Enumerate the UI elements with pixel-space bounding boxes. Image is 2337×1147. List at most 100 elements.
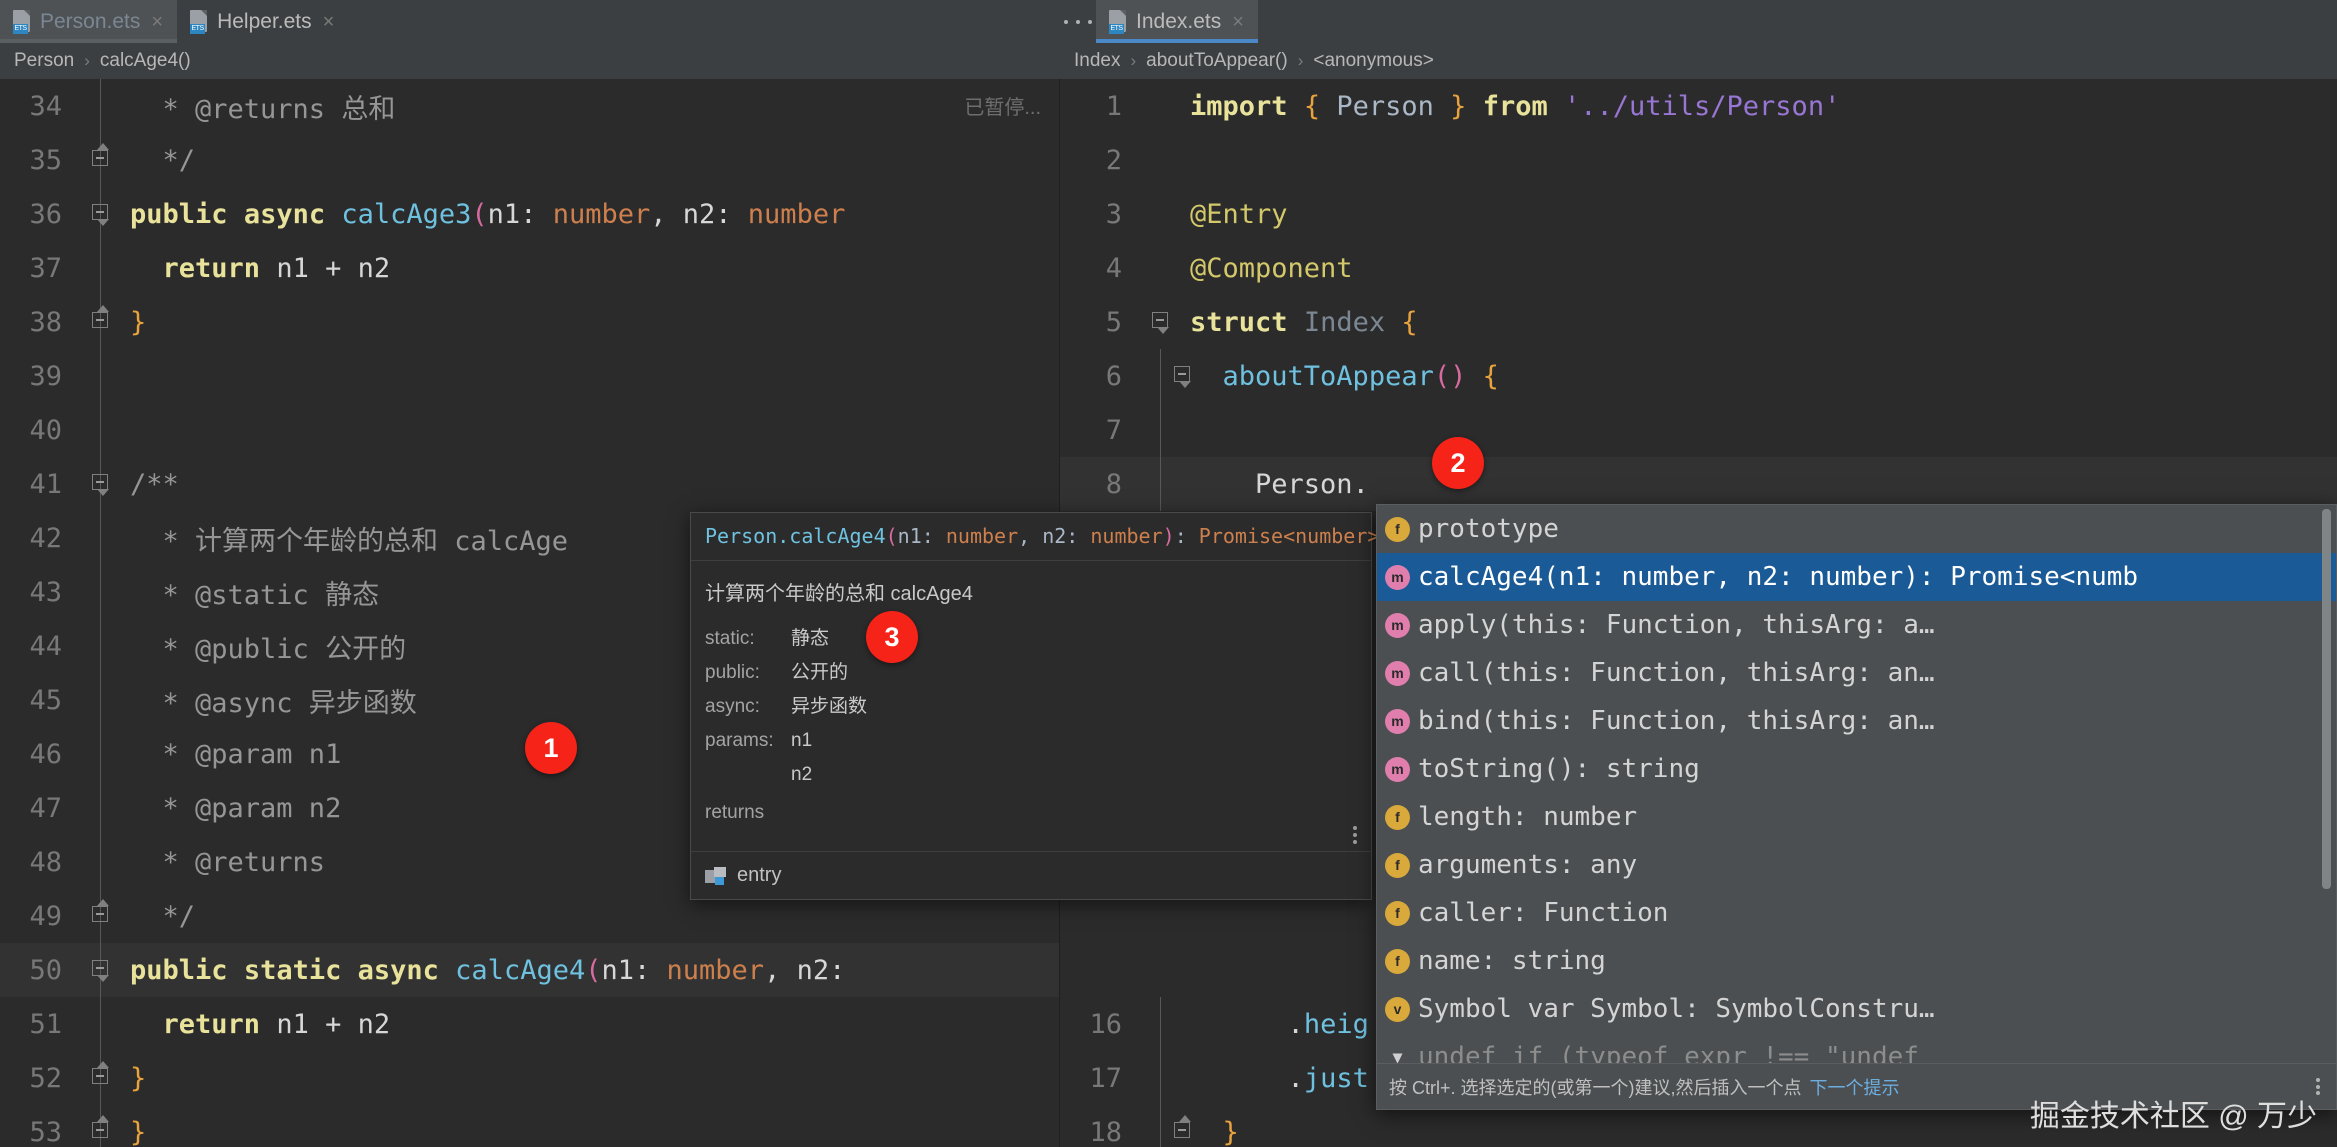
autocomplete-item-label: Symbol var Symbol: SymbolConstru… xyxy=(1418,994,1935,1024)
autocomplete-item-label: length: number xyxy=(1418,802,1638,832)
code-text: struct Index { xyxy=(1190,306,1418,338)
fold-gutter[interactable] xyxy=(78,997,124,1051)
breadcrumb-item[interactable]: aboutToAppear() xyxy=(1146,50,1288,72)
fold-gutter[interactable] xyxy=(1138,349,1191,403)
autocomplete-popup[interactable]: f prototype m calcAge4(n1: number, n2: n… xyxy=(1376,504,2337,1110)
code-line[interactable]: 7 xyxy=(1060,403,2337,457)
tab-person-ets[interactable]: ETS Person.ets × xyxy=(0,0,178,43)
fold-gutter[interactable] xyxy=(1138,1051,1184,1105)
documentation-popup[interactable]: Person.calcAge4(n1: number, n2: number):… xyxy=(690,512,1379,900)
autocomplete-item-selected[interactable]: m calcAge4(n1: number, n2: number): Prom… xyxy=(1377,553,2336,601)
fold-marker-icon xyxy=(89,957,111,982)
fold-gutter[interactable] xyxy=(1138,133,1184,187)
code-line[interactable]: 52 } xyxy=(0,1051,1059,1105)
fold-gutter[interactable] xyxy=(78,349,124,403)
fold-gutter[interactable] xyxy=(78,295,124,349)
fold-gutter[interactable] xyxy=(78,835,124,889)
signature-param1-type: number xyxy=(945,524,1019,548)
autocomplete-item[interactable]: f length: number xyxy=(1377,793,2336,841)
fold-gutter[interactable] xyxy=(1138,403,1184,457)
fold-gutter[interactable] xyxy=(78,1051,124,1105)
code-line[interactable]: 53 } xyxy=(0,1105,1059,1147)
autocomplete-item[interactable]: f arguments: any xyxy=(1377,841,2336,889)
code-text: Person. xyxy=(1255,468,1369,500)
fold-gutter[interactable] xyxy=(1138,457,1184,511)
autocomplete-scrollbar[interactable] xyxy=(2322,509,2331,889)
code-line[interactable]: 2 xyxy=(1060,133,2337,187)
autocomplete-item[interactable]: f prototype xyxy=(1377,505,2336,553)
variable-kind-icon: v xyxy=(1385,996,1410,1022)
code-line[interactable]: 1 import { Person } from '../utils/Perso… xyxy=(1060,79,2337,133)
autocomplete-item[interactable]: m toString(): string xyxy=(1377,745,2336,793)
autocomplete-item[interactable]: f caller: Function xyxy=(1377,889,2336,937)
line-number: 42 xyxy=(29,522,62,554)
doc-description: 计算两个年龄的总和 calcAge4 xyxy=(705,583,973,605)
code-line[interactable]: 51 return n1 + n2 xyxy=(0,997,1059,1051)
fold-gutter[interactable] xyxy=(78,457,124,511)
code-line[interactable]: 3 @Entry xyxy=(1060,187,2337,241)
tab-helper-ets[interactable]: ETS Helper.ets × xyxy=(177,0,348,43)
breadcrumb-item[interactable]: calcAge4() xyxy=(100,50,191,72)
callout-marker-2: 2 xyxy=(1432,437,1484,489)
code-line[interactable]: 36 public async calcAge3(n1: number, n2:… xyxy=(0,187,1059,241)
fold-gutter[interactable] xyxy=(1138,241,1184,295)
watermark: 掘金技术社区 @ 万少 xyxy=(2029,1100,2317,1133)
breadcrumb-item[interactable]: <anonymous> xyxy=(1313,50,1433,72)
fold-gutter[interactable] xyxy=(78,187,124,241)
fold-gutter[interactable] xyxy=(78,943,124,997)
fold-gutter[interactable] xyxy=(78,673,124,727)
fold-gutter[interactable] xyxy=(78,403,124,457)
autocomplete-item[interactable]: m call(this: Function, thisArg: an… xyxy=(1377,649,2336,697)
breadcrumb-item[interactable]: Person xyxy=(14,50,74,72)
autocomplete-item[interactable]: f name: string xyxy=(1377,937,2336,985)
autocomplete-item[interactable]: m bind(this: Function, thisArg: an… xyxy=(1377,697,2336,745)
code-line[interactable]: 38 } xyxy=(0,295,1059,349)
code-text: public static async calcAge4(n1: number,… xyxy=(130,954,846,986)
signature-param1-name: n1 xyxy=(897,524,922,548)
code-line[interactable]: 37 return n1 + n2 xyxy=(0,241,1059,295)
fold-gutter[interactable] xyxy=(78,565,124,619)
more-tabs-icon[interactable] xyxy=(1060,0,1096,43)
close-icon[interactable]: × xyxy=(323,12,335,32)
code-line[interactable]: 4 @Component xyxy=(1060,241,2337,295)
close-icon[interactable]: × xyxy=(1232,12,1244,32)
more-options-icon[interactable] xyxy=(1349,823,1361,847)
fold-gutter[interactable] xyxy=(78,241,124,295)
next-hint-link[interactable]: 下一个提示 xyxy=(1810,1074,1900,1100)
field-kind-icon: f xyxy=(1385,516,1410,542)
fold-gutter[interactable] xyxy=(78,619,124,673)
breadcrumb-item[interactable]: Index xyxy=(1074,50,1120,72)
code-line-current[interactable]: 50 public static async calcAge4(n1: numb… xyxy=(0,943,1059,997)
method-kind-icon: m xyxy=(1385,756,1410,782)
fold-gutter[interactable] xyxy=(78,781,124,835)
autocomplete-item[interactable]: v Symbol var Symbol: SymbolConstru… xyxy=(1377,985,2336,1033)
fold-gutter[interactable] xyxy=(78,727,124,781)
right-breadcrumb: Index › aboutToAppear() › <anonymous> xyxy=(1060,43,2337,79)
fold-gutter[interactable] xyxy=(1138,79,1184,133)
fold-gutter[interactable] xyxy=(1138,997,1184,1051)
code-line[interactable]: 34 * @returns 总和 xyxy=(0,79,1059,133)
fold-gutter[interactable] xyxy=(1138,187,1184,241)
code-line[interactable]: 5 struct Index { xyxy=(1060,295,2337,349)
fold-gutter[interactable] xyxy=(78,511,124,565)
fold-marker-icon xyxy=(89,143,111,169)
fold-gutter[interactable] xyxy=(78,79,124,133)
fold-gutter[interactable] xyxy=(1138,1105,1191,1147)
code-line[interactable]: 41 /** xyxy=(0,457,1059,511)
line-number: 16 xyxy=(1089,1008,1122,1040)
close-icon[interactable]: × xyxy=(151,12,163,32)
code-line[interactable]: 6 aboutToAppear() { xyxy=(1060,349,2337,403)
signature-return-type: Promise<number> xyxy=(1198,524,1380,548)
code-line-current[interactable]: 8 Person. xyxy=(1060,457,2337,511)
code-line[interactable]: 35 */ xyxy=(0,133,1059,187)
fold-gutter[interactable] xyxy=(1138,295,1184,349)
ets-file-icon: ETS xyxy=(189,9,209,34)
code-line[interactable]: 40 xyxy=(0,403,1059,457)
code-line[interactable]: 39 xyxy=(0,349,1059,403)
fold-gutter[interactable] xyxy=(78,889,124,943)
fold-gutter[interactable] xyxy=(78,133,124,187)
tab-index-ets[interactable]: ETS Index.ets × xyxy=(1096,0,1258,43)
method-kind-icon: m xyxy=(1385,612,1410,638)
fold-gutter[interactable] xyxy=(78,1105,124,1147)
autocomplete-item[interactable]: m apply(this: Function, thisArg: a… xyxy=(1377,601,2336,649)
